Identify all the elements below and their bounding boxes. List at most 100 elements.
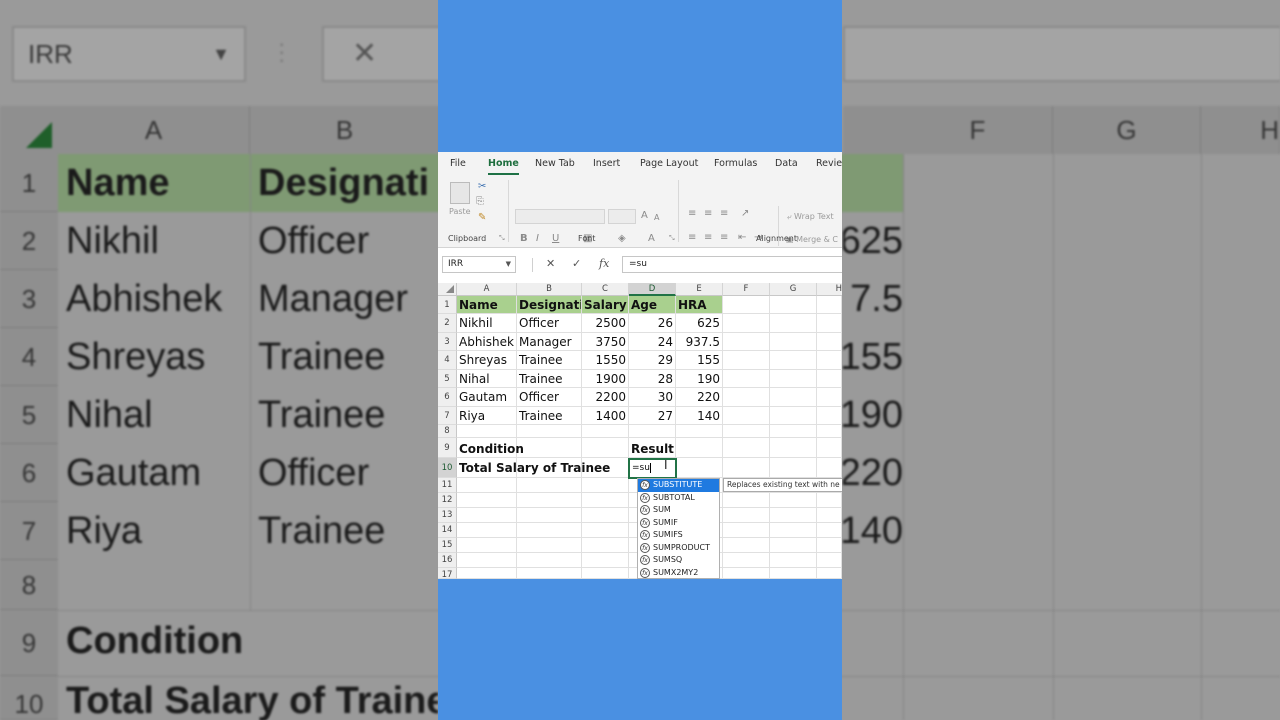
font-size-select[interactable]: [608, 209, 636, 224]
empty-cell[interactable]: [817, 314, 842, 333]
empty-cell[interactable]: [817, 407, 842, 425]
cell-b4[interactable]: Trainee: [517, 351, 582, 370]
row-header[interactable]: 7: [438, 407, 457, 425]
cell-c5[interactable]: 1900: [582, 370, 629, 388]
cell-e3[interactable]: 937.5: [676, 333, 723, 351]
align-center-icon[interactable]: ≡: [704, 232, 712, 244]
cut-icon[interactable]: ✂: [478, 181, 486, 193]
empty-cell[interactable]: [457, 478, 517, 493]
row-header[interactable]: 1: [438, 296, 457, 314]
empty-cell[interactable]: [817, 568, 842, 579]
cell-d6[interactable]: 30: [629, 388, 676, 407]
bold-icon[interactable]: B: [520, 233, 528, 245]
column-header-b[interactable]: B: [517, 283, 582, 296]
empty-cell[interactable]: [723, 314, 770, 333]
cell-a5[interactable]: Nihal: [457, 370, 517, 388]
row-header[interactable]: 16: [438, 553, 457, 568]
empty-cell[interactable]: [817, 508, 842, 523]
cell-d3[interactable]: 24: [629, 333, 676, 351]
cell-c4[interactable]: 1550: [582, 351, 629, 370]
autocomplete-item[interactable]: fx SUMIFS: [638, 529, 719, 542]
total-salary-label[interactable]: Total Salary of Trainee: [457, 458, 629, 478]
decrease-indent-icon[interactable]: ⇤: [738, 232, 746, 244]
empty-cell[interactable]: [723, 407, 770, 425]
column-header-c[interactable]: C: [582, 283, 629, 296]
empty-cell[interactable]: [582, 493, 629, 508]
tab-home[interactable]: Home: [488, 158, 519, 175]
align-left-icon[interactable]: ≡: [688, 232, 696, 244]
empty-cell[interactable]: [457, 538, 517, 553]
cancel-icon[interactable]: ✕: [546, 257, 555, 270]
italic-icon[interactable]: I: [536, 233, 539, 245]
cell-b6[interactable]: Officer: [517, 388, 582, 407]
row-header[interactable]: 12: [438, 493, 457, 508]
align-top-icon[interactable]: ≡: [688, 208, 696, 220]
cell-e1[interactable]: HRA: [676, 296, 723, 314]
empty-cell[interactable]: [770, 407, 817, 425]
empty-cell[interactable]: [817, 425, 842, 438]
row-header[interactable]: 11: [438, 478, 457, 493]
cell-b5[interactable]: Trainee: [517, 370, 582, 388]
cell-e6[interactable]: 220: [676, 388, 723, 407]
align-right-icon[interactable]: ≡: [720, 232, 728, 244]
empty-cell[interactable]: [582, 568, 629, 579]
row-header-selected[interactable]: 10: [438, 458, 457, 478]
row-header[interactable]: 9: [438, 438, 457, 458]
empty-cell[interactable]: [770, 438, 817, 458]
empty-cell[interactable]: [817, 538, 842, 553]
autocomplete-item[interactable]: fx SUMX2MY2: [638, 567, 719, 580]
empty-cell[interactable]: [517, 438, 582, 458]
cell-a2[interactable]: Nikhil: [457, 314, 517, 333]
empty-cell[interactable]: [517, 425, 582, 438]
select-all-button[interactable]: [438, 283, 457, 296]
cell-c7[interactable]: 1400: [582, 407, 629, 425]
cell-d4[interactable]: 29: [629, 351, 676, 370]
align-middle-icon[interactable]: ≡: [704, 208, 712, 220]
cell-e7[interactable]: 140: [676, 407, 723, 425]
empty-cell[interactable]: [723, 333, 770, 351]
cell-d1[interactable]: Age: [629, 296, 676, 314]
empty-cell[interactable]: [723, 388, 770, 407]
autocomplete-item[interactable]: fx SUM: [638, 504, 719, 517]
empty-cell[interactable]: [582, 425, 629, 438]
result-label[interactable]: Result: [629, 438, 676, 458]
empty-cell[interactable]: [770, 370, 817, 388]
tab-file[interactable]: File: [450, 158, 466, 169]
column-header-f[interactable]: F: [723, 283, 770, 296]
format-painter-icon[interactable]: ✎: [478, 212, 486, 224]
tab-formulas[interactable]: Formulas: [714, 158, 757, 169]
clipboard-launcher-icon[interactable]: ⤡: [499, 232, 505, 244]
column-header-h[interactable]: H: [817, 283, 842, 296]
name-box-dropdown-icon[interactable]: ▼: [506, 257, 511, 272]
empty-cell[interactable]: [723, 370, 770, 388]
empty-cell[interactable]: [817, 438, 842, 458]
empty-cell[interactable]: [817, 333, 842, 351]
column-header-g[interactable]: G: [770, 283, 817, 296]
empty-cell[interactable]: [817, 296, 842, 314]
enter-icon[interactable]: ✓: [572, 257, 581, 270]
condition-label[interactable]: Condition: [457, 438, 524, 458]
empty-cell[interactable]: [770, 351, 817, 370]
empty-cell[interactable]: [457, 568, 517, 579]
empty-cell[interactable]: [723, 296, 770, 314]
empty-cell[interactable]: [517, 538, 582, 553]
font-name-select[interactable]: [515, 209, 605, 224]
tab-page-layout[interactable]: Page Layout: [640, 158, 698, 169]
underline-icon[interactable]: U: [552, 233, 559, 245]
row-header[interactable]: 3: [438, 333, 457, 351]
cell-e2[interactable]: 625: [676, 314, 723, 333]
empty-cell[interactable]: [817, 370, 842, 388]
font-color-icon[interactable]: A: [648, 233, 655, 245]
align-bottom-icon[interactable]: ≡: [720, 208, 728, 220]
empty-cell[interactable]: [517, 508, 582, 523]
empty-cell[interactable]: [517, 553, 582, 568]
empty-cell[interactable]: [582, 478, 629, 493]
empty-cell[interactable]: [770, 296, 817, 314]
empty-cell[interactable]: [582, 508, 629, 523]
paste-icon[interactable]: [450, 182, 470, 204]
empty-cell[interactable]: [817, 388, 842, 407]
empty-cell[interactable]: [457, 553, 517, 568]
empty-cell[interactable]: [676, 458, 723, 478]
empty-cell[interactable]: [770, 568, 817, 579]
autocomplete-item[interactable]: fx SUBSTITUTE: [638, 479, 719, 492]
